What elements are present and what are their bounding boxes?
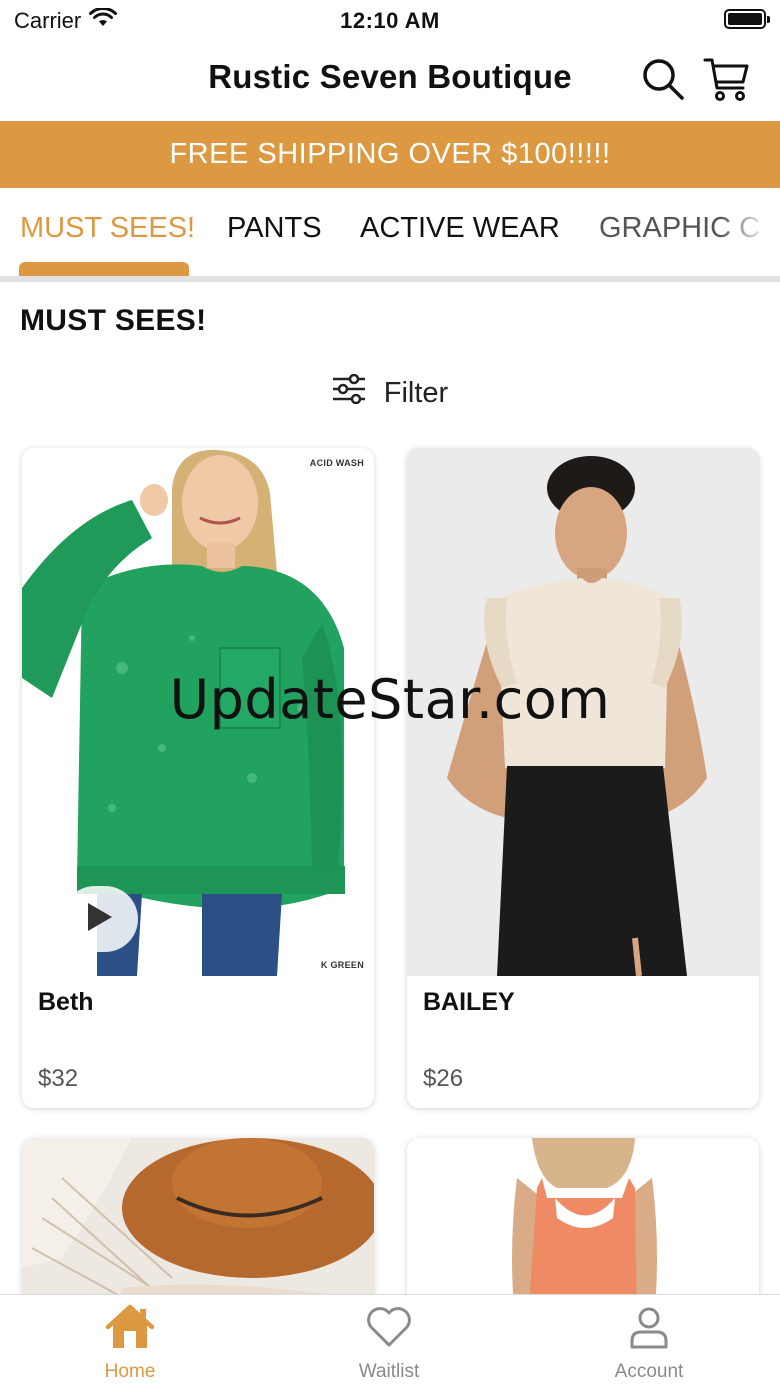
nav-waitlist-label: Waitlist: [358, 1361, 420, 1382]
shipping-banner: FREE SHIPPING OVER $100!!!!!: [0, 121, 780, 188]
nav-waitlist[interactable]: Waitlist: [309, 1303, 469, 1383]
product-price: $32: [38, 1065, 79, 1092]
nav-account-label: Account: [614, 1361, 684, 1382]
cart-icon[interactable]: [703, 56, 749, 102]
search-icon[interactable]: [640, 56, 686, 102]
section-title: MUST SEES!: [20, 304, 207, 337]
play-icon: [86, 901, 114, 938]
nav-home-label: Home: [104, 1361, 156, 1382]
product-card[interactable]: BAILEY $26: [407, 448, 759, 1108]
product-price: $26: [423, 1065, 464, 1092]
bottom-nav: Home Waitlist Account: [0, 1294, 780, 1387]
user-icon: [625, 1303, 673, 1357]
heart-icon: [365, 1303, 413, 1357]
product-card[interactable]: ACID WASH K GREEN Beth $32: [22, 448, 374, 1108]
tab-active-wear[interactable]: ACTIVE WEAR: [360, 212, 560, 245]
category-tabs: MUST SEES! PANTS ACTIVE WEAR GRAPHIC C: [0, 188, 780, 282]
product-tag-top: ACID WASH: [309, 458, 364, 468]
tab-pants[interactable]: PANTS: [227, 212, 322, 245]
active-tab-indicator: [19, 262, 189, 276]
nav-account[interactable]: Account: [569, 1303, 729, 1383]
filter-label: Filter: [383, 376, 449, 409]
tabs-fade: [720, 188, 780, 276]
home-icon: [104, 1303, 156, 1357]
watermark-text: UpdateStar.com: [169, 668, 611, 731]
sliders-icon: [332, 373, 366, 412]
play-video-button[interactable]: [62, 886, 138, 952]
tab-must-sees[interactable]: MUST SEES!: [20, 212, 195, 245]
product-name: Beth: [38, 988, 94, 1016]
battery-icon: [724, 9, 770, 29]
product-name: BAILEY: [423, 988, 515, 1016]
app-header: Rustic Seven Boutique: [0, 40, 780, 120]
status-time: 12:10 AM: [340, 8, 440, 33]
nav-home[interactable]: Home: [50, 1303, 210, 1383]
status-bar: Carrier 12:10 AM: [0, 0, 780, 40]
shipping-banner-text: FREE SHIPPING OVER $100!!!!!: [169, 138, 611, 170]
filter-button[interactable]: Filter: [0, 373, 780, 412]
product-tag-bottom: K GREEN: [320, 960, 364, 970]
